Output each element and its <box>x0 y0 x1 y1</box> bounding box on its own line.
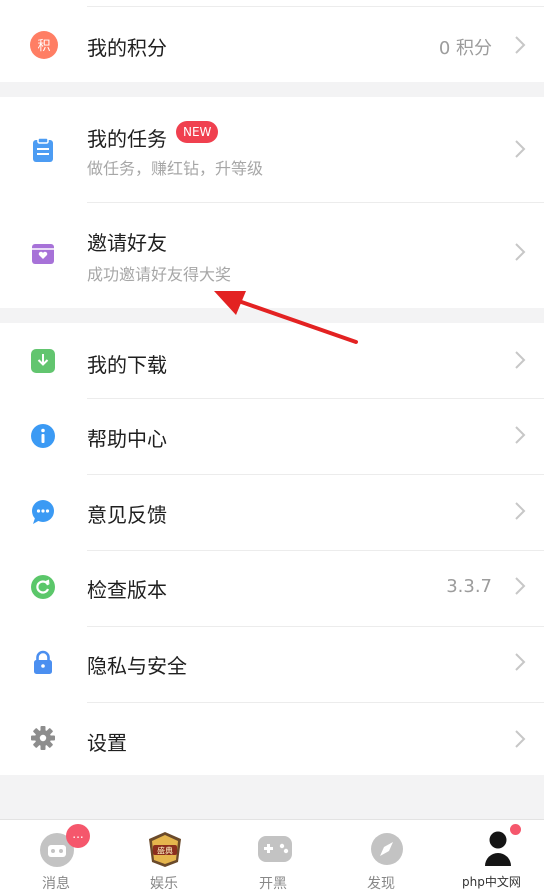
compass-icon <box>371 833 403 865</box>
chevron-right-icon <box>515 351 526 369</box>
gamepad-icon <box>258 836 292 862</box>
chevron-right-icon <box>515 502 526 520</box>
settings-label: 设置 <box>87 731 127 755</box>
tasks-subtitle: 做任务，赚红钻，升等级 <box>87 159 264 178</box>
version-row[interactable]: 检查版本 3.3.7 <box>0 551 544 626</box>
gear-icon <box>30 725 56 751</box>
feedback-label: 意见反馈 <box>87 503 167 527</box>
chat-bubble-icon <box>30 499 56 525</box>
svg-text:盛典: 盛典 <box>157 846 173 856</box>
points-row[interactable]: 积 我的积分 0 积分 <box>0 0 544 82</box>
feedback-row[interactable]: 意见反馈 <box>0 475 544 550</box>
ceremony-badge-icon: 盛典 <box>149 832 181 867</box>
settings-row[interactable]: 设置 <box>0 703 544 775</box>
version-value: 3.3.7 <box>446 576 492 597</box>
tab-label-messages: 消息 <box>42 876 70 892</box>
points-icon: 积 <box>30 31 58 59</box>
chevron-right-icon <box>515 577 526 595</box>
privacy-label: 隐私与安全 <box>87 654 187 678</box>
chevron-right-icon <box>515 243 526 261</box>
profile-dot-badge <box>510 824 521 835</box>
watermark: php中文网 <box>462 875 521 889</box>
refresh-icon <box>30 574 56 600</box>
points-group: 积 我的积分 0 积分 <box>0 0 544 82</box>
chevron-right-icon <box>515 730 526 748</box>
chevron-right-icon <box>515 426 526 444</box>
version-label: 检查版本 <box>87 578 167 602</box>
clipboard-icon <box>30 137 56 163</box>
privacy-row[interactable]: 隐私与安全 <box>0 627 544 702</box>
help-row[interactable]: 帮助中心 <box>0 399 544 474</box>
svg-text:积: 积 <box>37 39 50 54</box>
lock-icon <box>30 649 56 675</box>
tab-discover[interactable]: 发现 <box>327 820 435 894</box>
gift-bag-icon <box>30 240 56 266</box>
points-label: 我的积分 <box>87 36 167 60</box>
tab-entertainment[interactable]: 盛典 娱乐 <box>110 820 218 894</box>
tab-label-discover: 发现 <box>367 876 395 892</box>
chevron-right-icon <box>515 653 526 671</box>
menu-group: 我的下载 帮助中心 意见反馈 检查版本 3.3.7 隐私与安全 设置 <box>0 323 544 775</box>
top-divider <box>87 6 544 7</box>
invite-title: 邀请好友 <box>87 231 167 255</box>
profile-icon <box>485 831 511 866</box>
tab-label-entertainment: 娱乐 <box>150 876 178 892</box>
message-badge: ... <box>66 824 90 848</box>
tasks-row[interactable]: 我的任务 NEW 做任务，赚红钻，升等级 <box>0 97 544 202</box>
tab-team-play[interactable]: 开黑 <box>219 820 327 894</box>
chevron-right-icon <box>515 140 526 158</box>
help-label: 帮助中心 <box>87 427 167 451</box>
points-value: 0 积分 <box>438 38 492 59</box>
new-badge: NEW <box>176 121 219 143</box>
chevron-right-icon <box>515 36 526 54</box>
tab-label-team-play: 开黑 <box>259 876 287 892</box>
info-icon <box>30 423 56 449</box>
download-label: 我的下载 <box>87 353 167 377</box>
annotation-arrow <box>214 291 358 344</box>
tasks-group: 我的任务 NEW 做任务，赚红钻，升等级 邀请好友 成功邀请好友得大奖 <box>0 97 544 308</box>
tasks-title: 我的任务 <box>87 127 167 151</box>
download-icon <box>30 348 56 374</box>
tab-messages[interactable]: ... 消息 <box>2 820 110 894</box>
